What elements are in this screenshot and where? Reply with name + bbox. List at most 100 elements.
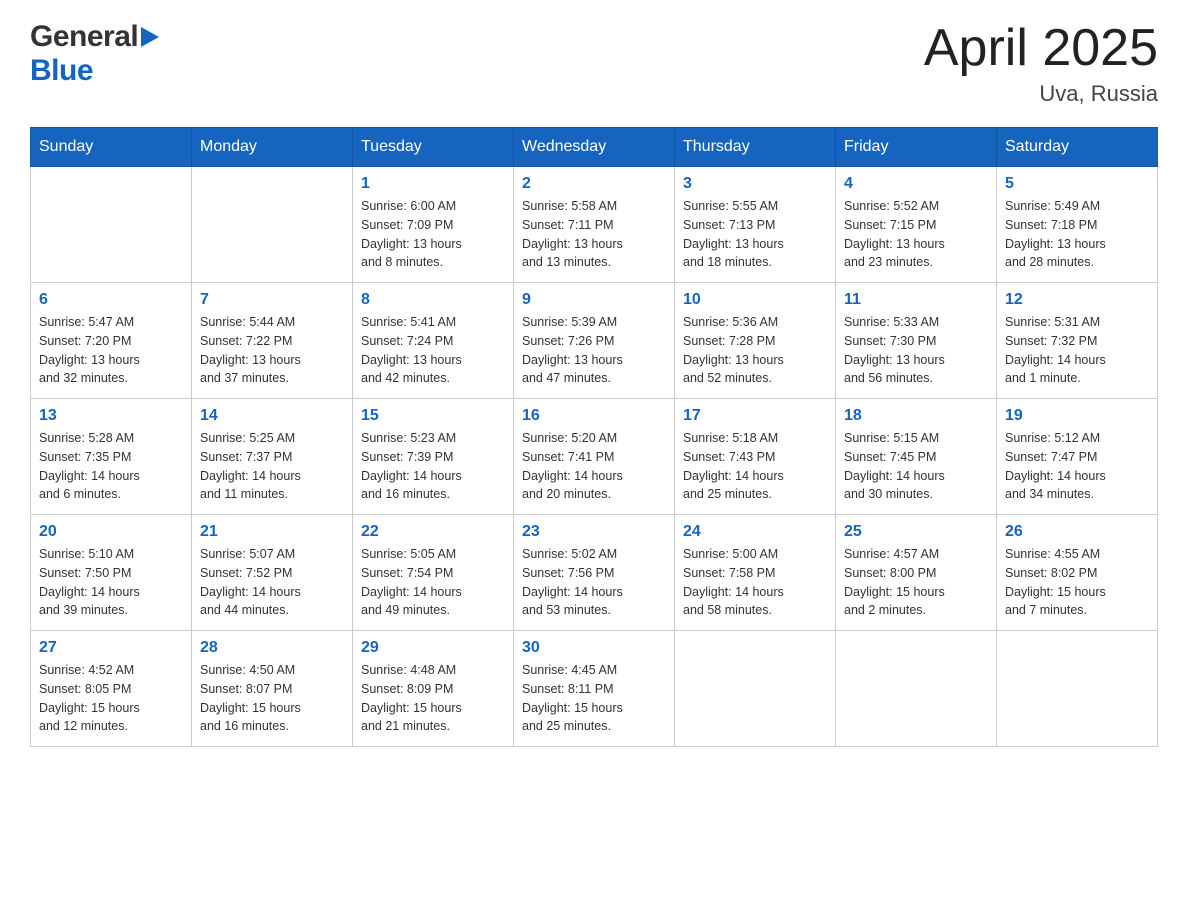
title-area: April 2025 Uva, Russia [924,20,1158,107]
day-info: Sunrise: 5:41 AMSunset: 7:24 PMDaylight:… [361,313,505,388]
calendar-day-23: 23Sunrise: 5:02 AMSunset: 7:56 PMDayligh… [514,515,675,631]
day-info: Sunrise: 5:31 AMSunset: 7:32 PMDaylight:… [1005,313,1149,388]
calendar-day-11: 11Sunrise: 5:33 AMSunset: 7:30 PMDayligh… [836,283,997,399]
weekday-header-saturday: Saturday [997,128,1158,167]
day-number: 7 [200,291,344,309]
calendar-day-2: 2 Sunrise: 5:58 AMSunset: 7:11 PMDaylight… [514,167,675,283]
day-number: 2 [522,175,666,193]
day-number: 3 [683,175,827,193]
day-info: Sunrise: 5:58 AMSunset: 7:11 PMDaylight:… [522,197,666,272]
calendar-day-26: 26 Sunrise: 4:55 AMSunset: 8:02 PMDayligh… [997,515,1158,631]
calendar-day-6: 6Sunrise: 5:47 AMSunset: 7:20 PMDaylight… [31,283,192,399]
day-info: Sunrise: 4:57 AMSunset: 8:00 PMDaylight:… [844,545,988,620]
calendar-day-24: 24 Sunrise: 5:00 AMSunset: 7:58 PMDayligh… [675,515,836,631]
weekday-header-wednesday: Wednesday [514,128,675,167]
day-info: Sunrise: 5:18 AMSunset: 7:43 PMDaylight:… [683,429,827,504]
day-number: 9 [522,291,666,309]
day-info: Sunrise: 5:55 AMSunset: 7:13 PMDaylight:… [683,197,827,272]
calendar-day-12: 12Sunrise: 5:31 AMSunset: 7:32 PMDayligh… [997,283,1158,399]
day-number: 16 [522,407,666,425]
calendar-day-15: 15Sunrise: 5:23 AMSunset: 7:39 PMDayligh… [353,399,514,515]
day-info: Sunrise: 5:28 AMSunset: 7:35 PMDaylight:… [39,429,183,504]
logo-arrow-icon [141,23,159,54]
location-title: Uva, Russia [924,81,1158,107]
weekday-header-monday: Monday [192,128,353,167]
calendar-empty-cell [997,631,1158,747]
calendar-day-27: 27Sunrise: 4:52 AMSunset: 8:05 PMDayligh… [31,631,192,747]
logo: General Blue [30,20,159,88]
day-info: Sunrise: 5:23 AMSunset: 7:39 PMDaylight:… [361,429,505,504]
day-number: 1 [361,175,505,193]
day-info: Sunrise: 5:49 AMSunset: 7:18 PMDaylight:… [1005,197,1149,272]
day-number: 20 [39,523,183,541]
calendar-day-7: 7 Sunrise: 5:44 AMSunset: 7:22 PMDaylight… [192,283,353,399]
day-info: Sunrise: 5:12 AMSunset: 7:47 PMDaylight:… [1005,429,1149,504]
calendar-day-17: 17 Sunrise: 5:18 AMSunset: 7:43 PMDayligh… [675,399,836,515]
day-number: 4 [844,175,988,193]
calendar-week-row: 13 Sunrise: 5:28 AMSunset: 7:35 PMDayligh… [31,399,1158,515]
day-number: 25 [844,523,988,541]
day-info: Sunrise: 5:52 AMSunset: 7:15 PMDaylight:… [844,197,988,272]
calendar-day-8: 8 Sunrise: 5:41 AMSunset: 7:24 PMDaylight… [353,283,514,399]
day-number: 30 [522,639,666,657]
day-info: Sunrise: 5:25 AMSunset: 7:37 PMDaylight:… [200,429,344,504]
day-info: Sunrise: 5:39 AMSunset: 7:26 PMDaylight:… [522,313,666,388]
month-title: April 2025 [924,20,1158,77]
day-number: 26 [1005,523,1149,541]
calendar-day-4: 4 Sunrise: 5:52 AMSunset: 7:15 PMDaylight… [836,167,997,283]
day-info: Sunrise: 5:15 AMSunset: 7:45 PMDaylight:… [844,429,988,504]
day-number: 5 [1005,175,1149,193]
day-info: Sunrise: 5:00 AMSunset: 7:58 PMDaylight:… [683,545,827,620]
weekday-header-row: SundayMondayTuesdayWednesdayThursdayFrid… [31,128,1158,167]
calendar-empty-cell [675,631,836,747]
day-number: 19 [1005,407,1149,425]
calendar-day-25: 25 Sunrise: 4:57 AMSunset: 8:00 PMDayligh… [836,515,997,631]
day-number: 29 [361,639,505,657]
calendar-day-13: 13 Sunrise: 5:28 AMSunset: 7:35 PMDayligh… [31,399,192,515]
day-info: Sunrise: 4:52 AMSunset: 8:05 PMDaylight:… [39,661,183,736]
day-number: 22 [361,523,505,541]
calendar-day-18: 18 Sunrise: 5:15 AMSunset: 7:45 PMDayligh… [836,399,997,515]
logo-general-text: General [30,20,138,54]
page-header: General Blue April 2025 Uva, Russia [30,20,1158,107]
calendar-header: SundayMondayTuesdayWednesdayThursdayFrid… [31,128,1158,167]
calendar-body: 1 Sunrise: 6:00 AMSunset: 7:09 PMDaylight… [31,167,1158,747]
calendar-day-9: 9 Sunrise: 5:39 AMSunset: 7:26 PMDaylight… [514,283,675,399]
day-number: 24 [683,523,827,541]
calendar-day-30: 30Sunrise: 4:45 AMSunset: 8:11 PMDayligh… [514,631,675,747]
calendar-day-10: 10 Sunrise: 5:36 AMSunset: 7:28 PMDayligh… [675,283,836,399]
calendar-day-21: 21Sunrise: 5:07 AMSunset: 7:52 PMDayligh… [192,515,353,631]
day-number: 18 [844,407,988,425]
day-number: 13 [39,407,183,425]
calendar-day-22: 22Sunrise: 5:05 AMSunset: 7:54 PMDayligh… [353,515,514,631]
logo-blue-text: Blue [30,54,93,87]
day-info: Sunrise: 6:00 AMSunset: 7:09 PMDaylight:… [361,197,505,272]
weekday-header-sunday: Sunday [31,128,192,167]
day-number: 8 [361,291,505,309]
day-info: Sunrise: 5:02 AMSunset: 7:56 PMDaylight:… [522,545,666,620]
calendar-week-row: 6Sunrise: 5:47 AMSunset: 7:20 PMDaylight… [31,283,1158,399]
calendar-day-16: 16 Sunrise: 5:20 AMSunset: 7:41 PMDayligh… [514,399,675,515]
weekday-header-friday: Friday [836,128,997,167]
day-number: 14 [200,407,344,425]
day-number: 21 [200,523,344,541]
day-info: Sunrise: 5:36 AMSunset: 7:28 PMDaylight:… [683,313,827,388]
calendar-empty-cell [31,167,192,283]
day-info: Sunrise: 5:33 AMSunset: 7:30 PMDaylight:… [844,313,988,388]
calendar-week-row: 27Sunrise: 4:52 AMSunset: 8:05 PMDayligh… [31,631,1158,747]
calendar-empty-cell [192,167,353,283]
calendar-empty-cell [836,631,997,747]
day-number: 10 [683,291,827,309]
calendar-day-20: 20Sunrise: 5:10 AMSunset: 7:50 PMDayligh… [31,515,192,631]
day-info: Sunrise: 5:44 AMSunset: 7:22 PMDaylight:… [200,313,344,388]
calendar-day-1: 1 Sunrise: 6:00 AMSunset: 7:09 PMDaylight… [353,167,514,283]
calendar-week-row: 20Sunrise: 5:10 AMSunset: 7:50 PMDayligh… [31,515,1158,631]
day-info: Sunrise: 4:55 AMSunset: 8:02 PMDaylight:… [1005,545,1149,620]
calendar-day-3: 3 Sunrise: 5:55 AMSunset: 7:13 PMDaylight… [675,167,836,283]
calendar-day-28: 28Sunrise: 4:50 AMSunset: 8:07 PMDayligh… [192,631,353,747]
day-info: Sunrise: 5:20 AMSunset: 7:41 PMDaylight:… [522,429,666,504]
day-info: Sunrise: 4:50 AMSunset: 8:07 PMDaylight:… [200,661,344,736]
calendar-day-5: 5 Sunrise: 5:49 AMSunset: 7:18 PMDaylight… [997,167,1158,283]
day-info: Sunrise: 5:47 AMSunset: 7:20 PMDaylight:… [39,313,183,388]
day-number: 17 [683,407,827,425]
